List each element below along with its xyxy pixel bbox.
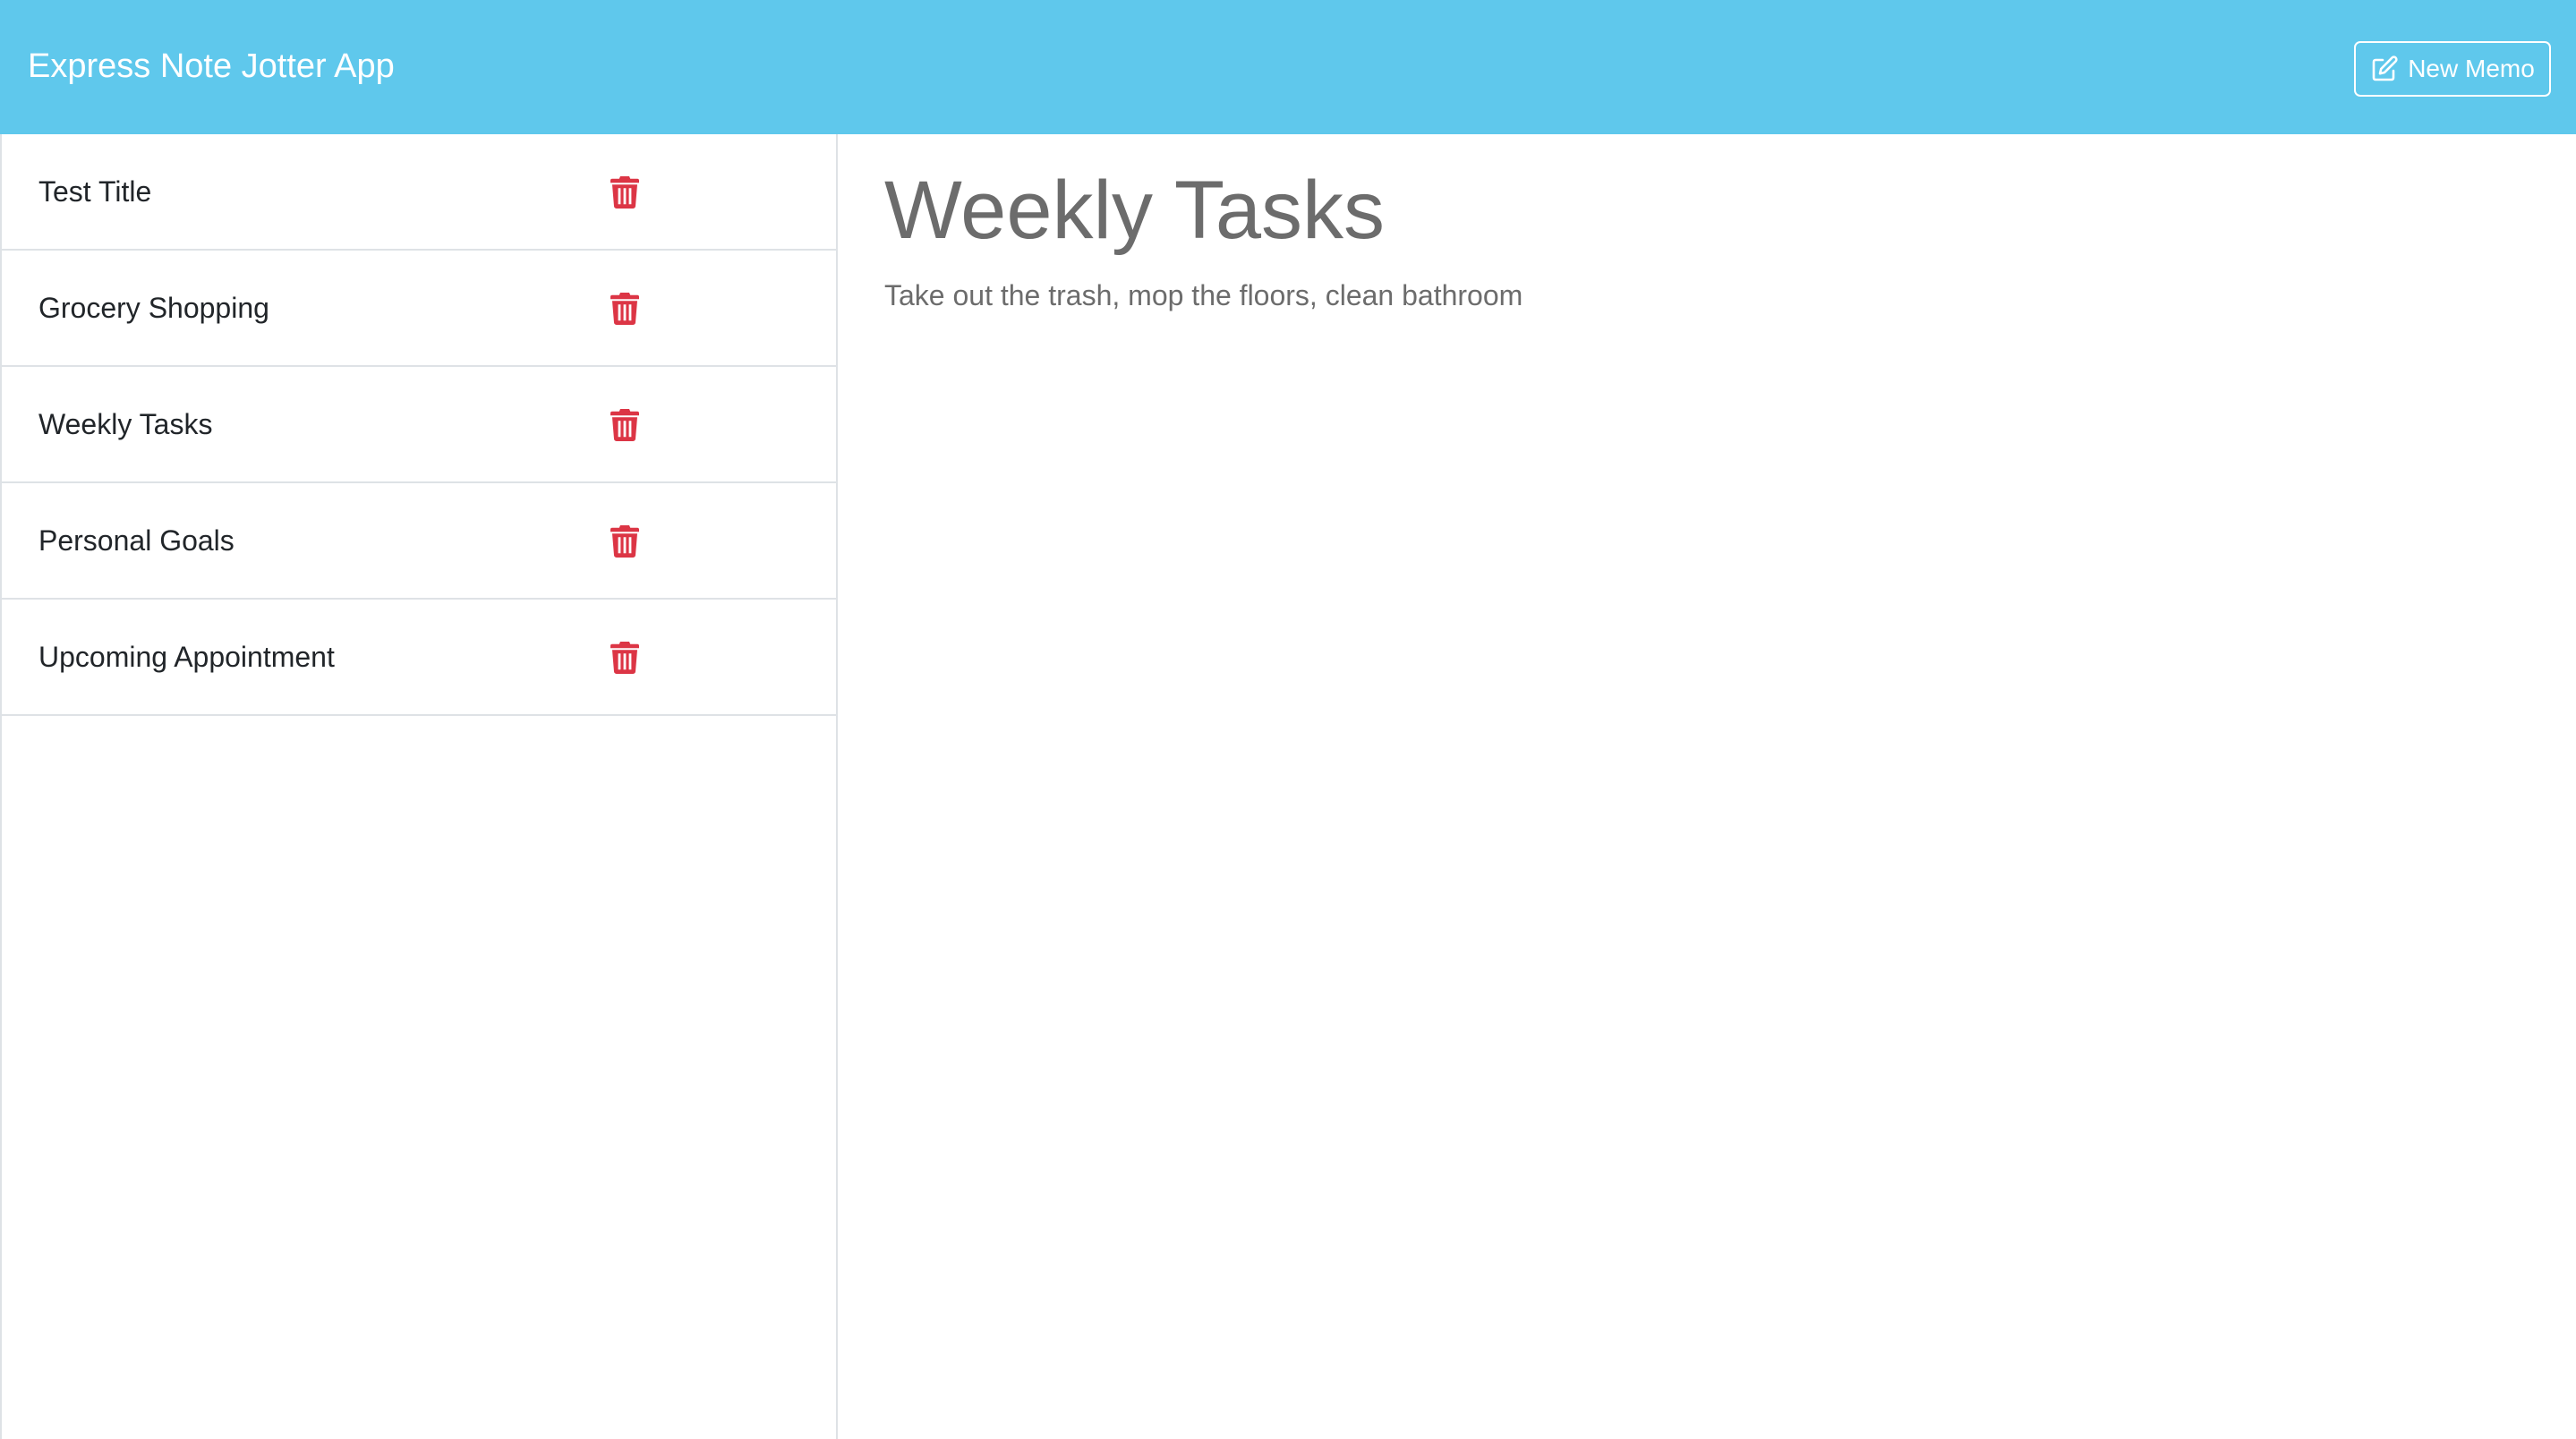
trash-icon[interactable] (610, 409, 639, 441)
note-list-panel: Test Title Grocery Shopping Weekly Tasks… (0, 134, 838, 1439)
navbar: Express Note Jotter App New Memo (0, 0, 2576, 134)
trash-icon[interactable] (610, 293, 639, 325)
note-list-item[interactable]: Upcoming Appointment (2, 600, 836, 716)
note-title-field[interactable]: Weekly Tasks (884, 161, 1385, 260)
trash-icon[interactable] (610, 642, 639, 674)
note-title: Test Title (38, 175, 152, 208)
new-memo-button[interactable]: New Memo (2354, 41, 2551, 97)
app-title[interactable]: Express Note Jotter App (28, 43, 395, 89)
note-list-item[interactable]: Test Title (2, 134, 836, 251)
trash-icon[interactable] (610, 176, 639, 209)
note-list-item[interactable]: Grocery Shopping (2, 251, 836, 367)
note-list-item[interactable]: Weekly Tasks (2, 367, 836, 483)
note-title: Weekly Tasks (38, 407, 213, 440)
note-title: Upcoming Appointment (38, 640, 335, 673)
note-view: Weekly Tasks Take out the trash, mop the… (838, 134, 2576, 1439)
note-list-item[interactable]: Personal Goals (2, 483, 836, 600)
new-memo-label: New Memo (2408, 55, 2535, 82)
note-title: Grocery Shopping (38, 291, 269, 324)
note-title: Personal Goals (38, 524, 235, 557)
trash-icon[interactable] (610, 525, 639, 558)
edit-icon (2370, 55, 2399, 83)
note-list: Test Title Grocery Shopping Weekly Tasks… (2, 134, 836, 716)
note-text-field[interactable]: Take out the trash, mop the floors, clea… (884, 276, 1523, 315)
